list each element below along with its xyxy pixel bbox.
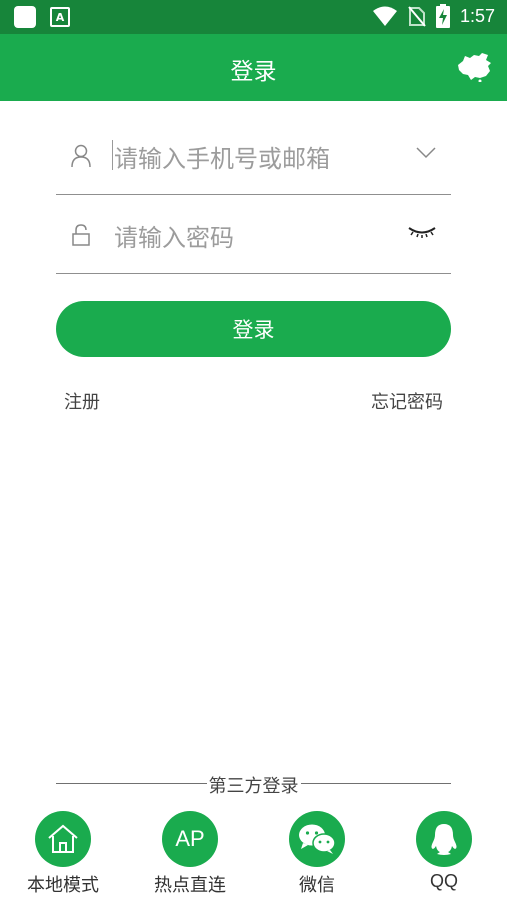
register-link[interactable]: 注册 xyxy=(64,388,100,414)
account-input-placeholder[interactable]: 请输入手机号或邮箱 xyxy=(114,139,330,174)
ap-icon-text: AP xyxy=(175,826,205,851)
third-party-title: 第三方登录 xyxy=(0,772,507,798)
forgot-password-link[interactable]: 忘记密码 xyxy=(371,388,443,414)
app-bar: 登录 xyxy=(0,34,507,101)
no-sim-icon xyxy=(408,6,426,27)
third-party-qq[interactable]: QQ xyxy=(389,811,499,892)
hotspot-label: 热点直连 xyxy=(154,875,226,896)
account-field[interactable]: 请输入手机号或邮箱 xyxy=(56,116,451,195)
page-title: 登录 xyxy=(230,59,277,85)
wechat-label: 微信 xyxy=(299,875,335,896)
third-party-local-mode[interactable]: 本地模式 xyxy=(8,811,118,897)
local-mode-label: 本地模式 xyxy=(27,875,99,896)
lock-icon xyxy=(72,224,90,246)
battery-charging-icon xyxy=(435,4,450,28)
notification-app-icon xyxy=(14,6,36,28)
qq-label: QQ xyxy=(429,871,458,891)
third-party-hotspot[interactable]: AP 热点直连 xyxy=(135,811,245,897)
third-party-wechat[interactable]: 微信 xyxy=(262,811,372,897)
wechat-icon[interactable] xyxy=(289,811,345,867)
clock: 1:57 xyxy=(459,5,495,26)
status-bar: A 1:57 xyxy=(0,0,507,34)
notification-a-icon: A xyxy=(50,7,70,27)
password-input-placeholder[interactable]: 请输入密码 xyxy=(114,218,234,253)
eye-closed-icon[interactable] xyxy=(407,223,437,239)
password-field[interactable]: 请输入密码 xyxy=(56,195,451,274)
china-map-icon[interactable] xyxy=(455,52,493,82)
third-party-title-text: 第三方登录 xyxy=(206,776,301,797)
qq-icon[interactable] xyxy=(416,811,472,867)
text-cursor xyxy=(112,140,113,170)
home-icon[interactable] xyxy=(35,811,91,867)
user-icon xyxy=(71,144,91,168)
wifi-icon xyxy=(372,6,397,26)
ap-icon[interactable]: AP xyxy=(162,811,218,867)
chevron-down-icon[interactable] xyxy=(415,144,437,160)
login-button[interactable]: 登录 xyxy=(56,301,451,357)
